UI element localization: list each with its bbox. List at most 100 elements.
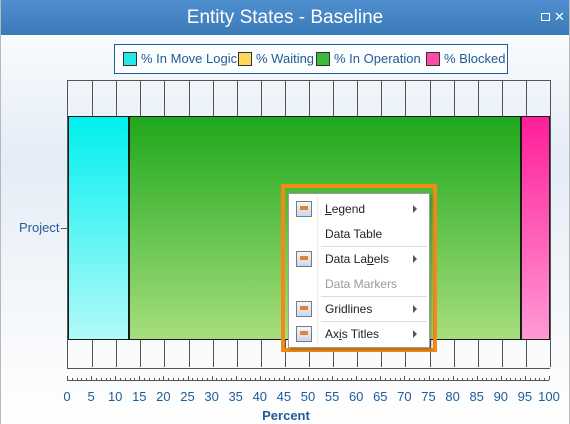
menu-item-label: Data Labels (325, 252, 390, 266)
x-minor-tick (481, 378, 483, 380)
x-major-tick (332, 376, 334, 380)
x-major-tick (67, 376, 68, 380)
x-major-tick (163, 376, 165, 380)
x-minor-tick (495, 378, 497, 380)
x-minor-tick (274, 378, 276, 380)
x-major-tick (308, 376, 309, 380)
x-minor-tick (95, 378, 97, 380)
x-minor-tick (442, 378, 444, 380)
legend-swatch (316, 52, 330, 66)
x-major-tick (428, 376, 430, 380)
x-minor-tick (414, 378, 416, 380)
x-major-tick (356, 376, 358, 380)
context-menu: Legend Data Table Data Labels Data Marke… (288, 193, 430, 348)
legend-label: % Blocked (444, 51, 506, 66)
window-title: Entity States - Baseline (186, 7, 384, 28)
menu-item-data-labels[interactable]: Data Labels (289, 246, 429, 271)
x-minor-tick (447, 378, 449, 380)
x-minor-tick (322, 378, 324, 380)
x-minor-tick (370, 378, 372, 380)
x-minor-tick (221, 378, 223, 380)
x-major-tick (283, 376, 285, 380)
x-axis-title[interactable]: Percent (1, 408, 570, 423)
x-minor-tick (134, 378, 136, 380)
x-major-tick (139, 376, 141, 380)
submenu-arrow-icon (413, 330, 417, 338)
x-minor-tick (361, 378, 363, 380)
x-major-tick (476, 376, 478, 380)
x-major-tick (235, 376, 237, 380)
x-minor-tick (230, 378, 232, 380)
x-minor-tick (254, 378, 256, 380)
x-minor-tick (510, 378, 512, 380)
x-minor-tick (539, 378, 541, 380)
bar-segment-blocked[interactable] (521, 116, 550, 340)
x-minor-tick (124, 378, 126, 380)
x-minor-tick (423, 378, 425, 380)
chart-legend[interactable]: % In Move Logic % Waiting % In Operation… (114, 44, 508, 74)
legend-label: % In Operation (334, 51, 421, 66)
x-minor-tick (457, 378, 459, 380)
x-major-tick (524, 376, 526, 380)
x-minor-tick (158, 378, 160, 380)
x-minor-tick (206, 378, 208, 380)
menu-item-label: Legend (325, 202, 366, 216)
x-minor-tick (192, 378, 194, 380)
x-major-tick (452, 376, 454, 380)
x-minor-tick (293, 378, 295, 380)
x-gridline (550, 80, 551, 367)
axis-titles-icon (296, 326, 312, 342)
menu-item-axis-titles[interactable]: Axis Titles (289, 321, 429, 346)
x-major-tick (259, 376, 261, 380)
x-minor-tick (351, 378, 353, 380)
x-minor-tick (409, 378, 411, 380)
x-minor-tick (279, 378, 281, 380)
data-labels-icon (296, 251, 312, 267)
menu-item-label: Data Table (325, 227, 383, 241)
close-icon[interactable]: ✕ (554, 9, 565, 25)
x-minor-tick (515, 378, 517, 380)
x-major-tick (549, 376, 550, 380)
x-minor-tick (288, 378, 290, 380)
submenu-arrow-icon (413, 305, 417, 313)
x-minor-tick (346, 378, 348, 380)
x-minor-tick (173, 378, 175, 380)
x-minor-tick (71, 378, 73, 380)
x-minor-tick (269, 378, 271, 380)
x-minor-tick (336, 378, 338, 380)
chart-window: Entity States - Baseline ✕ % In Move Log… (0, 0, 570, 424)
bar-segment-in-move-logic[interactable] (68, 116, 130, 340)
x-minor-tick (438, 378, 440, 380)
x-minor-tick (399, 378, 401, 380)
x-minor-tick (433, 378, 435, 380)
x-minor-tick (491, 378, 493, 380)
x-minor-tick (365, 378, 367, 380)
x-minor-tick (505, 378, 507, 380)
x-minor-tick (529, 378, 531, 380)
x-minor-tick (327, 378, 329, 380)
menu-item-data-table[interactable]: Data Table (289, 221, 429, 246)
legend-swatch (238, 52, 252, 66)
x-minor-tick (100, 378, 102, 380)
x-minor-tick (144, 378, 146, 380)
x-axis-line (67, 380, 549, 381)
menu-item-gridlines[interactable]: Gridlines (289, 296, 429, 321)
x-minor-tick (341, 378, 343, 380)
x-minor-tick (245, 378, 247, 380)
x-minor-tick (389, 378, 391, 380)
x-minor-tick (264, 378, 266, 380)
menu-item-legend[interactable]: Legend (289, 196, 429, 221)
x-minor-tick (168, 378, 170, 380)
gridlines-icon (296, 301, 312, 317)
x-minor-tick (153, 378, 155, 380)
x-minor-tick (317, 378, 319, 380)
x-minor-tick (201, 378, 203, 380)
x-minor-tick (148, 378, 150, 380)
menu-item-label: Data Markers (325, 277, 398, 291)
legend-label: % Waiting (256, 51, 315, 66)
x-minor-tick (303, 378, 305, 380)
menu-item-data-markers: Data Markers (289, 271, 429, 296)
x-minor-tick (197, 378, 199, 380)
title-bar[interactable]: Entity States - Baseline ✕ (1, 0, 569, 35)
x-minor-tick (418, 378, 420, 380)
